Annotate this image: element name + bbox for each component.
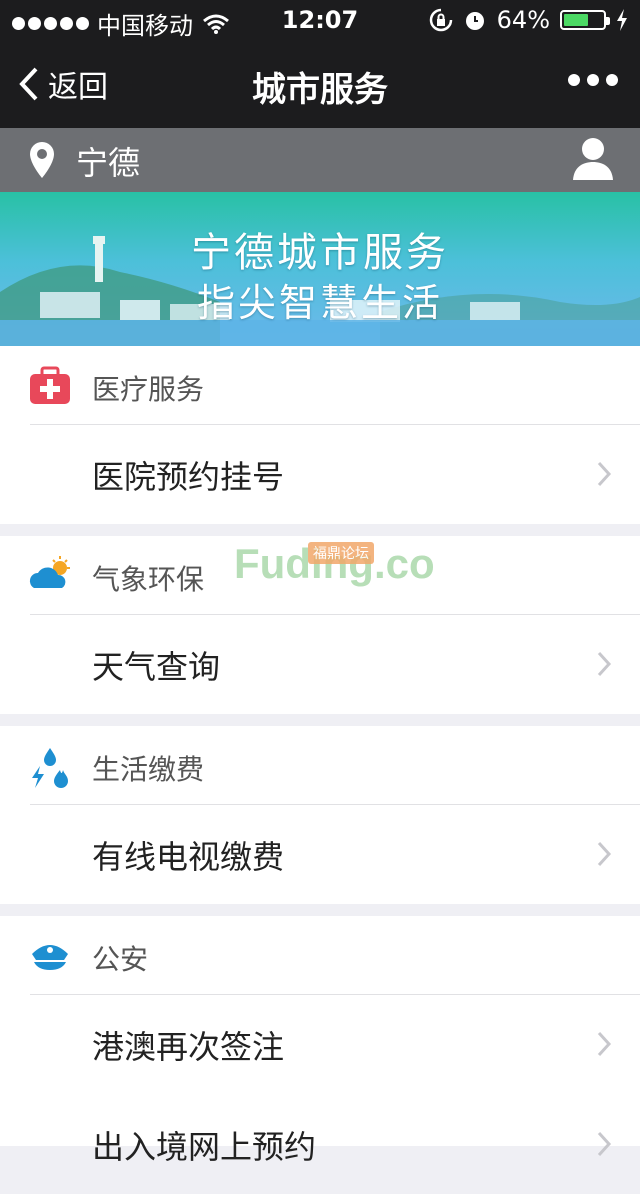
police-cap-icon <box>32 945 68 970</box>
status-bar: 中国移动 12:07 64% <box>0 0 640 40</box>
section-title: 气象环保 <box>92 563 205 596</box>
list-item-label: 医院预约挂号 <box>92 458 285 496</box>
chevron-right-icon <box>597 461 612 487</box>
section-header: 生活缴费 <box>0 726 640 804</box>
section-title: 生活缴费 <box>92 753 205 786</box>
section-title: 公安 <box>92 943 149 976</box>
page-title: 城市服务 <box>252 70 388 110</box>
chevron-right-icon <box>597 1031 612 1057</box>
medical-kit-icon <box>30 366 70 404</box>
location-bar: 宁德 <box>0 128 640 192</box>
list-item-label: 有线电视缴费 <box>92 838 285 876</box>
location-pin-icon <box>30 142 54 178</box>
alarm-icon <box>465 12 484 30</box>
list-item-label: 出入境网上预约 <box>92 1128 317 1166</box>
list-item-exit-entry[interactable]: 出入境网上预约 <box>0 1094 640 1194</box>
banner-subtitle: 指尖智慧生活 <box>196 281 443 325</box>
battery-percent: 64% <box>496 6 550 34</box>
list-item-cable-tv[interactable]: 有线电视缴费 <box>0 804 640 904</box>
chevron-right-icon <box>597 1131 612 1157</box>
section-medical: 医疗服务 医院预约挂号 <box>0 346 640 524</box>
nav-bar: 返回 城市服务 <box>0 40 640 128</box>
section-header: 公安 <box>0 916 640 994</box>
watermark-badge: 福鼎论坛 <box>308 542 374 564</box>
list-item-label: 港澳再次签注 <box>92 1028 285 1066</box>
more-icon[interactable] <box>568 74 618 86</box>
banner[interactable]: 宁德城市服务 指尖智慧生活 <box>0 192 640 346</box>
section-header: 医疗服务 <box>0 346 640 424</box>
status-right: 64% <box>429 6 628 34</box>
chevron-right-icon <box>597 841 612 867</box>
list-item-hospital[interactable]: 医院预约挂号 <box>0 424 640 524</box>
list-item-label: 天气查询 <box>92 648 221 686</box>
location-city[interactable]: 宁德 <box>76 138 140 184</box>
chevron-right-icon <box>597 651 612 677</box>
section-utilities: 生活缴费 有线电视缴费 <box>0 726 640 904</box>
user-icon[interactable] <box>572 136 614 180</box>
battery-fill <box>564 14 588 26</box>
section-police: 公安 港澳再次签注 出入境网上预约 <box>0 916 640 1166</box>
rotation-lock-icon <box>429 8 452 32</box>
weather-icon <box>29 556 70 588</box>
charging-icon <box>617 9 627 31</box>
utilities-icon <box>32 748 68 788</box>
section-title: 医疗服务 <box>92 373 205 406</box>
list-item-weather[interactable]: 天气查询 <box>0 614 640 714</box>
battery-icon <box>560 10 610 30</box>
banner-title: 宁德城市服务 <box>191 230 449 276</box>
list-item-hk-macau-visa[interactable]: 港澳再次签注 <box>0 994 640 1094</box>
